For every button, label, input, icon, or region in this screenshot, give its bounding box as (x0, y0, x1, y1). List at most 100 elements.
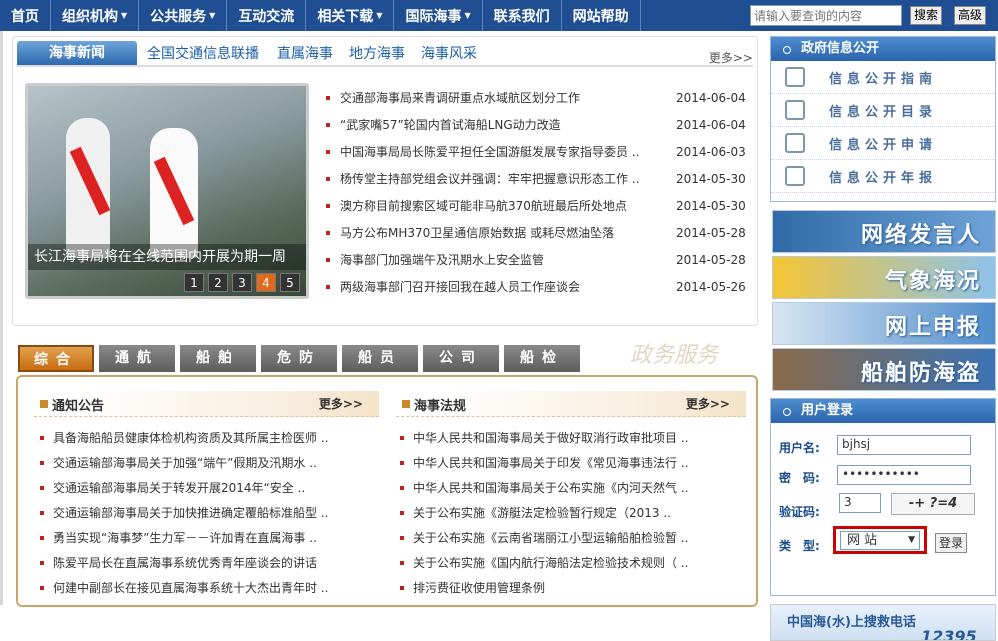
tab-national-traffic[interactable]: 全国交通信息联播 (147, 43, 259, 63)
tab-ships[interactable]: 船舶 (180, 345, 256, 372)
search-button[interactable]: 搜索 (910, 6, 943, 25)
slide-number-2[interactable]: 2 (208, 273, 228, 292)
tab-crew[interactable]: 船员 (342, 345, 418, 372)
list-item[interactable]: “武家嘴57”轮国内首试海船LNG动力改造 2014-06-04 (326, 111, 746, 138)
list-item[interactable]: 两级海事部门召开接回我在越人员工作座谈会 2014-05-26 (326, 273, 746, 300)
dropdown-arrow-icon: ▼ (908, 535, 915, 545)
notices-header: 通知公告 更多>> (34, 391, 379, 417)
type-select[interactable]: 网 站 ▼ (833, 526, 927, 554)
nav-item-international[interactable]: 国际海事 ▼ (394, 0, 483, 31)
list-item[interactable]: 陈爱平局长在直属海事系统优秀青年座谈会的讲话 (40, 550, 380, 575)
captcha-image[interactable]: -+ ?=4 (891, 493, 975, 515)
username-input[interactable]: bjhsj (837, 435, 971, 455)
list-item[interactable]: 交通运输部海事局关于转发开展2014年“安全 .. (40, 475, 380, 500)
laws-more-link[interactable]: 更多>> (686, 395, 730, 412)
bullet-icon (40, 585, 44, 590)
tab-navigation[interactable]: 通航 (99, 345, 175, 372)
slide-number-3[interactable]: 3 (232, 273, 252, 292)
gov-info-title: 政府信息公开 (771, 37, 995, 61)
gov-info-annual[interactable]: 信息公开年报 (771, 160, 995, 193)
bullet-icon (400, 485, 404, 490)
list-item[interactable]: 海事部门加强端午及汛期水上安全监管 2014-05-28 (326, 246, 746, 273)
slide-caption[interactable]: 长江海事局将在全线范围内开展为期一周 (28, 244, 306, 270)
weather-banner[interactable]: 气象海况 (772, 256, 996, 299)
list-item[interactable]: 具备海船船员健康体检机构资质及其所属主检医师 .. (40, 425, 380, 450)
nav-item-organization[interactable]: 组织机构 ▼ (51, 0, 140, 31)
news-more-link[interactable]: 更多>> (709, 49, 753, 66)
bullet-icon (40, 485, 44, 490)
dropdown-arrow-icon: ▼ (209, 11, 216, 20)
list-item[interactable]: 交通部海事局来青调研重点水域航区划分工作 2014-06-04 (326, 84, 746, 111)
tab-company[interactable]: 公司 (423, 345, 499, 372)
nav-item-downloads[interactable]: 相关下载 ▼ (306, 0, 395, 31)
bullet-icon (400, 460, 404, 465)
advanced-search-button[interactable]: 高级 (954, 6, 987, 25)
tab-inspection[interactable]: 船检 (504, 345, 580, 372)
bullet-icon (326, 122, 330, 127)
bullet-icon (40, 460, 44, 465)
anti-piracy-banner[interactable]: 船舶防海盗 (772, 348, 996, 391)
slide-number-5[interactable]: 5 (280, 273, 300, 292)
news-tabs: 海事新闻 全国交通信息联播 直属海事 地方海事 海事风采 更多>> (17, 41, 753, 67)
list-item[interactable]: 交通运输部海事局关于加快推进确定覆船标准船型 .. (40, 500, 380, 525)
list-item[interactable]: 中华人民共和国海事局关于印发《常见海事违法行 .. (400, 450, 740, 475)
tab-local-maritime[interactable]: 地方海事 (349, 43, 405, 63)
list-item[interactable]: 马方公布MH370卫星通信原始数据 或耗尽燃油坠落 2014-05-28 (326, 219, 746, 246)
laws-title: 海事法规 (414, 399, 467, 414)
news-list: 交通部海事局来青调研重点水域航区划分工作 2014-06-04 “武家嘴57”轮国… (326, 84, 746, 300)
gov-info-guide[interactable]: 信息公开指南 (771, 61, 995, 94)
list-item[interactable]: 何建中副部长在接见直属海事系统十大杰出青年时 .. (40, 575, 380, 600)
rescue-number: 12395 (921, 627, 977, 641)
news-slideshow[interactable]: 长江海事局将在全线范围内开展为期一周 1 2 3 4 5 (25, 83, 309, 299)
list-item[interactable]: 勇当实现“海事梦”生力军－－许加青在直属海事 .. (40, 525, 380, 550)
list-item[interactable]: 关于公布实施《游艇法定检验暂行规定（2013 .. (400, 500, 740, 525)
tab-direct-maritime[interactable]: 直属海事 (277, 43, 333, 63)
notices-more-link[interactable]: 更多>> (319, 395, 363, 412)
list-item[interactable]: 澳方称目前搜索区域可能非马航370航班最后所处地点 2014-05-30 (326, 192, 746, 219)
list-item[interactable]: 关于公布实施《云南省瑞丽江小型运输船舶检验暂 .. (400, 525, 740, 550)
login-title: 用户登录 (771, 399, 995, 423)
bullet-icon (326, 257, 330, 262)
bullet-icon (400, 585, 404, 590)
rescue-hotline-banner[interactable]: 中国海(水)上搜救电话 12395 (770, 604, 996, 641)
dropdown-arrow-icon: ▼ (464, 11, 471, 20)
bullet-icon (400, 560, 404, 565)
tab-hazard[interactable]: 危防 (261, 345, 337, 372)
nav-item-contact[interactable]: 联系我们 (483, 0, 562, 31)
bullet-icon (40, 560, 44, 565)
spokesperson-banner[interactable]: 网络发言人 (772, 210, 996, 253)
password-input[interactable]: ••••••••••• (837, 465, 971, 485)
type-label: 类 型: (779, 539, 820, 553)
list-item[interactable]: 中国海事局局长陈爱平担任全国游艇发展专家指导委员 .. 2014-06-03 (326, 138, 746, 165)
list-item[interactable]: 排污费征收使用管理条例 (400, 575, 740, 600)
list-item[interactable]: 中华人民共和国海事局关于公布实施《内河天然气 .. (400, 475, 740, 500)
list-item[interactable]: 关于公布实施《国内航行海船法定检验技术规则（ .. (400, 550, 740, 575)
tab-maritime-news[interactable]: 海事新闻 (17, 41, 137, 65)
login-button[interactable]: 登录 (935, 533, 967, 553)
square-icon (402, 400, 410, 408)
tab-maritime-style[interactable]: 海事风采 (421, 43, 477, 63)
login-box: 用户登录 用户名: bjhsj 密 码: ••••••••••• 验证码: 3 … (770, 398, 996, 596)
slide-number-1[interactable]: 1 (184, 273, 204, 292)
password-label: 密 码: (779, 471, 820, 485)
list-item[interactable]: 杨传堂主持部党组会议并强调：牢牢把握意识形态工作 .. 2014-05-30 (326, 165, 746, 192)
list-item[interactable]: 交通运输部海事局关于加强“端午”假期及汛期水 .. (40, 450, 380, 475)
captcha-input[interactable]: 3 (839, 493, 881, 513)
calendar-icon (785, 166, 805, 186)
nav-item-public-service[interactable]: 公共服务 ▼ (139, 0, 228, 31)
online-declare-banner[interactable]: 网上申报 (772, 302, 996, 345)
gov-info-catalog[interactable]: 信息公开目录 (771, 94, 995, 127)
gov-info-apply[interactable]: 信息公开申请 (771, 127, 995, 160)
tab-general[interactable]: 综合 (18, 345, 94, 372)
nav-item-home[interactable]: 首页 (0, 0, 51, 31)
bullet-icon (326, 203, 330, 208)
search-input[interactable] (750, 5, 902, 26)
nav-item-interaction[interactable]: 互动交流 (227, 0, 307, 31)
left-border (0, 31, 3, 605)
dropdown-arrow-icon: ▼ (376, 11, 383, 20)
nav-item-help[interactable]: 网站帮助 (562, 0, 641, 31)
slide-number-4[interactable]: 4 (256, 273, 276, 292)
bullet-icon (326, 230, 330, 235)
list-item[interactable]: 中华人民共和国海事局关于做好取消行政审批项目 .. (400, 425, 740, 450)
bullet-icon (400, 435, 404, 440)
